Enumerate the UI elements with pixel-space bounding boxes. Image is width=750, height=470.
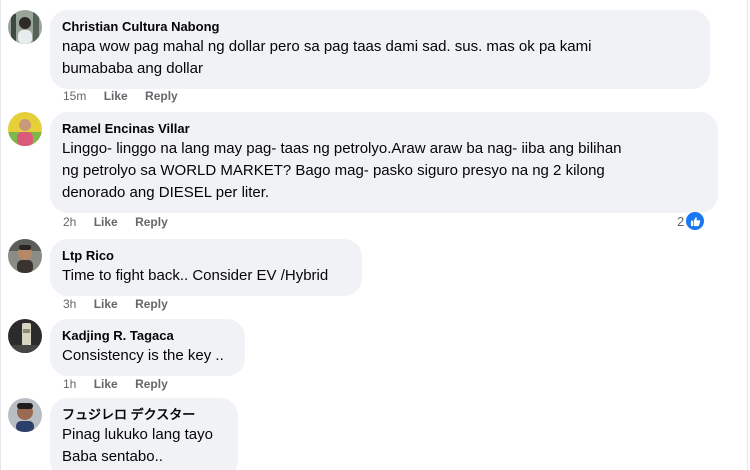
comment-line: Pinag lukuko lang tayo xyxy=(62,426,213,443)
comment-text: Time to fight back.. Consider EV /Hybrid xyxy=(62,265,350,287)
user-avatar-photo[interactable] xyxy=(8,398,42,432)
comment-author[interactable]: Kadjing R. Tagaca xyxy=(62,327,233,344)
comment-bubble: Kadjing R. Tagaca Consistency is the key… xyxy=(50,319,245,376)
comment-bubble: Ltp Rico Time to fight back.. Consider E… xyxy=(50,239,362,296)
comment-author[interactable]: Christian Cultura Nabong xyxy=(62,18,698,35)
comment-line: Time to fight back.. Consider EV /Hybrid xyxy=(62,267,329,284)
reaction-count: 2 xyxy=(677,213,685,229)
comment-actions: 3h Like Reply xyxy=(63,296,182,312)
reaction-summary[interactable]: 2 xyxy=(677,212,705,230)
reply-button[interactable]: Reply xyxy=(135,214,168,230)
comment-line: ng petrolyo sa WORLD MARKET? Bago mag- p… xyxy=(62,162,605,179)
comment-line: Linggo- linggo na lang may pag- taas ng … xyxy=(62,140,622,157)
like-reaction-icon xyxy=(686,212,705,230)
comment-bubble: Christian Cultura Nabong napa wow pag ma… xyxy=(50,10,710,89)
reply-button[interactable]: Reply xyxy=(135,376,168,392)
like-button[interactable]: Like xyxy=(94,376,118,392)
comment-text: napa wow pag mahal ng dollar pero sa pag… xyxy=(62,36,698,80)
comment-text: Linggo- linggo na lang may pag- taas ng … xyxy=(62,138,706,204)
comment-time[interactable]: 3h xyxy=(63,296,76,312)
comment-line: bumababa ang dollar xyxy=(62,60,203,77)
user-avatar-photo[interactable] xyxy=(8,112,42,146)
user-avatar-photo[interactable] xyxy=(8,319,42,353)
comment-line: denorado ang DIESEL per liter. xyxy=(62,184,270,201)
reply-button[interactable]: Reply xyxy=(135,296,168,312)
comment-bubble: Ramel Encinas Villar Linggo- linggo na l… xyxy=(50,112,718,213)
comment-author[interactable]: フュジレロ デクスター xyxy=(62,406,226,423)
like-button[interactable]: Like xyxy=(94,214,118,230)
comment-actions: 15m Like Reply xyxy=(63,88,192,104)
comment-bubble: フュジレロ デクスター Pinag lukuko lang tayo Baba … xyxy=(50,398,238,470)
comment-text: Consistency is the key .. xyxy=(62,345,233,367)
panel-left-edge xyxy=(0,0,1,470)
comment-time[interactable]: 2h xyxy=(63,214,76,230)
comment-actions: 2h Like Reply xyxy=(63,214,182,230)
user-avatar-photo[interactable] xyxy=(8,239,42,273)
comment-line: Baba sentabo.. xyxy=(62,448,163,465)
reply-button[interactable]: Reply xyxy=(145,88,178,104)
comment-time[interactable]: 15m xyxy=(63,88,86,104)
comment-text: Pinag lukuko lang tayo Baba sentabo.. xyxy=(62,424,226,468)
comment-line: Consistency is the key .. xyxy=(62,347,224,364)
comment-time[interactable]: 1h xyxy=(63,376,76,392)
comment-author[interactable]: Ltp Rico xyxy=(62,247,350,264)
user-avatar-photo[interactable] xyxy=(8,10,42,44)
comment-author[interactable]: Ramel Encinas Villar xyxy=(62,120,706,137)
like-button[interactable]: Like xyxy=(104,88,128,104)
panel-right-edge xyxy=(747,0,748,470)
comment-actions: 1h Like Reply xyxy=(63,376,182,392)
like-button[interactable]: Like xyxy=(94,296,118,312)
comment-line: napa wow pag mahal ng dollar pero sa pag… xyxy=(62,38,592,55)
